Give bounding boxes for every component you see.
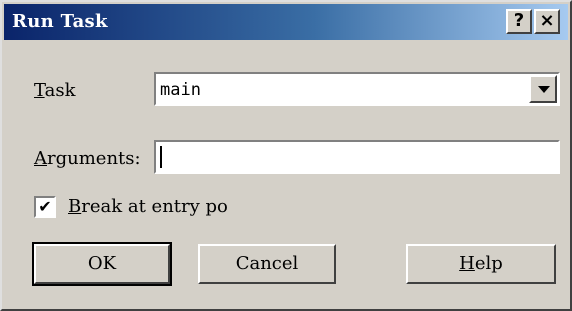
close-button[interactable]: × — [534, 9, 560, 34]
task-select-value: main — [160, 80, 201, 100]
close-icon: × — [539, 10, 555, 31]
ok-button[interactable]: OK — [32, 242, 172, 286]
help-button[interactable]: Help — [406, 244, 556, 284]
break-at-entry-label[interactable]: Break at entry po — [68, 196, 228, 217]
checkmark-icon: ✔ — [38, 197, 52, 216]
task-dropdown-button[interactable] — [529, 75, 557, 103]
arguments-label: Arguments: — [34, 148, 141, 169]
run-task-dialog: Run Task ? × Task main Arguments: ✔ Brea… — [0, 0, 572, 311]
question-mark-icon: ? — [513, 10, 525, 31]
title-bar: Run Task ? × — [4, 4, 568, 40]
cancel-button[interactable]: Cancel — [198, 244, 336, 284]
task-select[interactable]: main — [154, 72, 560, 106]
arguments-input[interactable] — [154, 140, 560, 174]
help-question-button[interactable]: ? — [506, 9, 532, 34]
window-title: Run Task — [12, 11, 108, 32]
break-at-entry-checkbox[interactable]: ✔ — [34, 196, 56, 218]
text-caret — [160, 146, 162, 168]
task-label: Task — [34, 80, 76, 101]
chevron-down-icon — [538, 86, 550, 93]
